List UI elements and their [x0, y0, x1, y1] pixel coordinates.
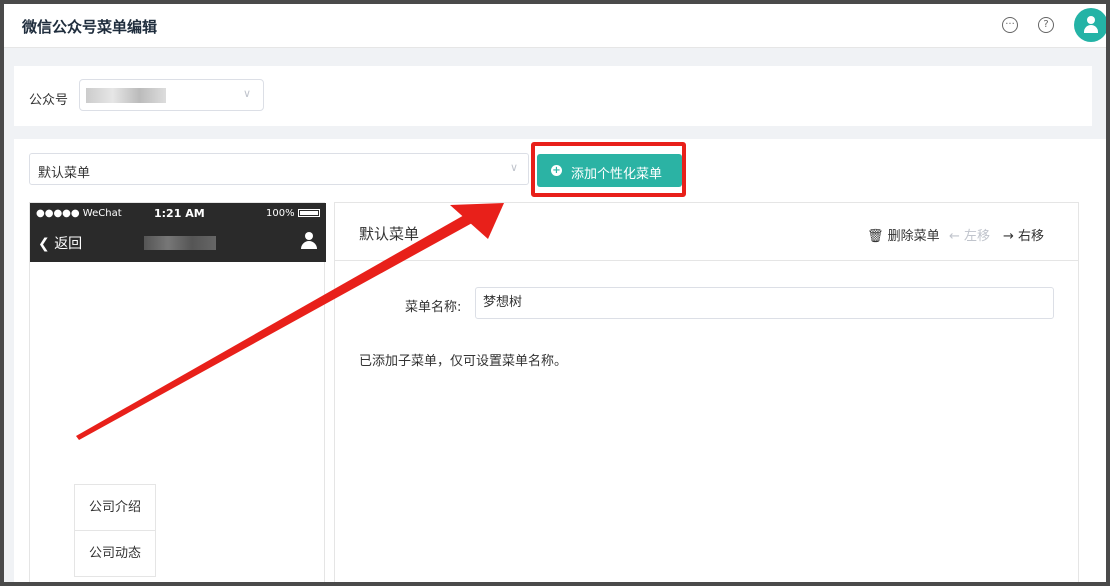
arrow-shaft: [76, 214, 474, 440]
app-window: 微信公众号菜单编辑 ··· ? 公众号 ∨ 默认菜单 ∨ + 添加个性化菜单 ●…: [4, 4, 1106, 582]
red-arrow-annotation: [76, 203, 504, 440]
